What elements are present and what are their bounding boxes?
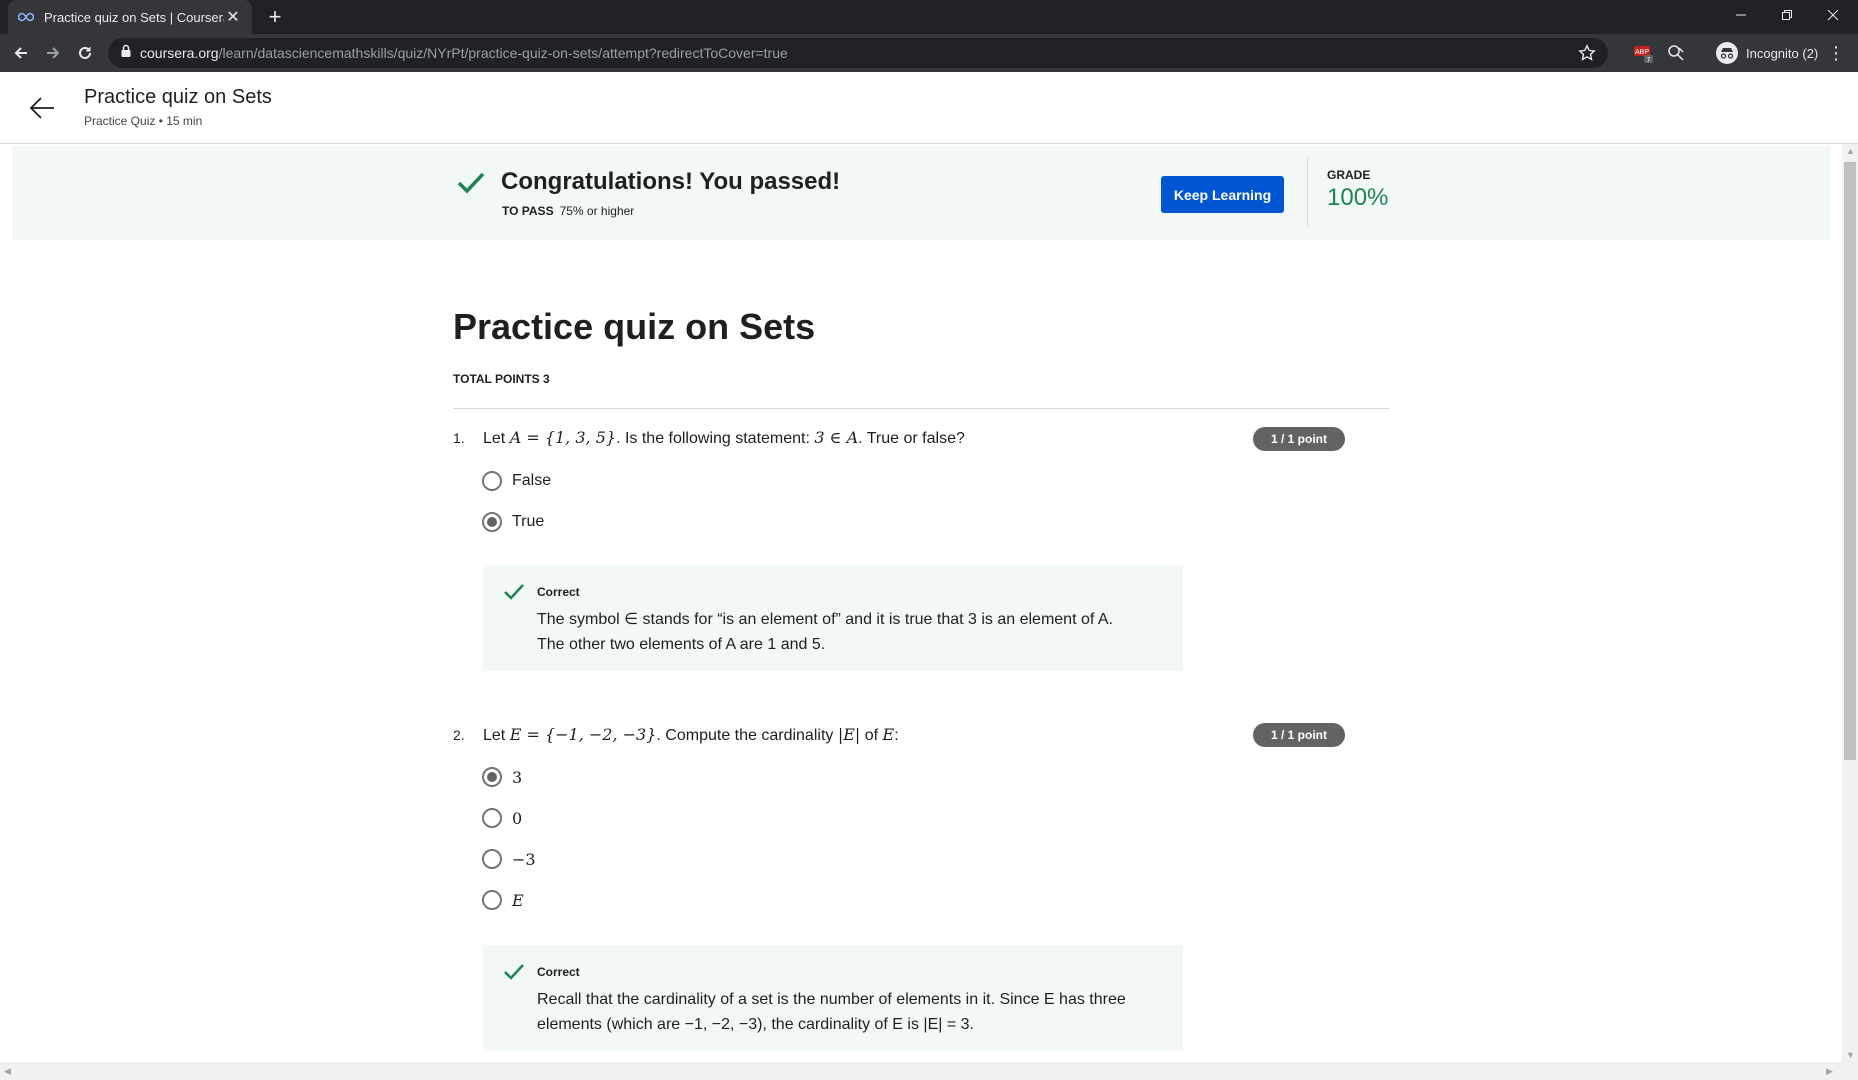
header-subtitle: Practice Quiz • 15 min — [84, 114, 203, 128]
forward-icon[interactable] — [38, 38, 68, 68]
option-label: 3 — [512, 767, 523, 787]
grade-label: GRADE — [1327, 168, 1371, 182]
question-prompt: Let A = {1, 3, 5}. Is the following stat… — [483, 428, 965, 448]
to-pass-value: 75% or higher — [559, 204, 635, 218]
incognito-label: Incognito (2) — [1746, 45, 1819, 61]
quiz-header: Practice quiz on Sets Practice Quiz • 15… — [0, 72, 1858, 144]
option-label: E — [512, 890, 524, 910]
divider — [453, 408, 1389, 409]
prompt-text: Let — [483, 430, 510, 447]
vertical-scrollbar[interactable]: ▲ ▼ — [1842, 144, 1858, 1062]
prompt-math: E = {−1, −2, −3} — [509, 725, 657, 744]
prompt-text: Let — [483, 727, 510, 744]
radio-button-selected[interactable] — [482, 767, 502, 787]
coursera-favicon-icon — [18, 9, 34, 25]
answer-option-3[interactable]: 3 — [482, 767, 522, 787]
checkmark-icon — [503, 963, 525, 986]
address-bar[interactable]: coursera.org/learn/datasciencemathskills… — [108, 38, 1608, 68]
option-label: True — [512, 513, 545, 530]
feedback-line: elements (which are −1, −2, −3), the car… — [537, 1016, 974, 1033]
feedback-line: The other two elements of A are 1 and 5. — [537, 636, 826, 653]
prompt-math: |E| — [837, 725, 861, 744]
prompt-text: . True or false? — [858, 430, 965, 447]
browser-tab-strip: Practice quiz on Sets | Coursera ✕ + — [0, 0, 1858, 34]
answer-option-0[interactable]: 0 — [482, 808, 522, 828]
radio-button[interactable] — [482, 849, 502, 869]
reload-icon[interactable] — [70, 38, 100, 68]
feedback-box: Correct Recall that the cardinality of a… — [483, 945, 1183, 1051]
to-pass-label: TO PASS — [502, 204, 554, 218]
restore-icon[interactable] — [1764, 0, 1810, 30]
answer-option-e[interactable]: E — [482, 890, 524, 910]
new-tab-plus-icon[interactable]: + — [262, 4, 288, 30]
feedback-heading: Correct — [537, 585, 580, 599]
radio-button[interactable] — [482, 471, 502, 491]
browser-menu-icon[interactable]: ⋮ — [1826, 42, 1846, 64]
tab-title: Practice quiz on Sets | Coursera — [44, 9, 224, 25]
svg-text:ABP: ABP — [1635, 49, 1649, 56]
grade-value: 100% — [1327, 184, 1389, 211]
to-pass-info: TO PASS 75% or higher — [502, 204, 634, 218]
pass-banner: Congratulations! You passed! TO PASS 75% … — [12, 146, 1830, 240]
incognito-profile-button[interactable]: Incognito (2) — [1708, 38, 1826, 68]
url-host: coursera.org — [140, 45, 219, 61]
prompt-math: 3 ∈ A — [814, 428, 859, 447]
radio-button[interactable] — [482, 808, 502, 828]
back-arrow-icon[interactable] — [28, 94, 56, 122]
scroll-right-arrow-icon[interactable]: ▶ — [1826, 1066, 1833, 1077]
question-prompt: Let E = {−1, −2, −3}. Compute the cardin… — [483, 725, 899, 745]
url-path: /learn/datasciencemathskills/quiz/NYrPt/… — [218, 45, 788, 61]
feedback-text: Recall that the cardinality of a set is … — [537, 987, 1167, 1037]
browser-tab[interactable]: Practice quiz on Sets | Coursera ✕ — [8, 0, 252, 34]
question-number: 2. — [453, 727, 465, 743]
option-label: False — [512, 472, 552, 489]
extension-badge: 7 — [1647, 57, 1651, 63]
translate-extension-icon[interactable] — [1665, 42, 1687, 64]
prompt-math: A = {1, 3, 5} — [509, 428, 617, 447]
pass-message: Congratulations! You passed! — [501, 168, 841, 195]
feedback-line: Recall that the cardinality of a set is … — [537, 991, 1126, 1008]
points-badge: 1 / 1 point — [1253, 427, 1345, 451]
total-points: TOTAL POINTS 3 — [453, 372, 550, 386]
quiz-title: Practice quiz on Sets — [453, 306, 816, 347]
checkmark-icon — [456, 170, 486, 201]
scrollbar-thumb[interactable] — [1844, 162, 1856, 760]
minimize-icon[interactable] — [1718, 0, 1764, 30]
feedback-box: Correct The symbol ∈ stands for “is an e… — [483, 565, 1183, 671]
scroll-down-arrow-icon[interactable]: ▼ — [1846, 1050, 1855, 1060]
prompt-text: of — [860, 727, 883, 744]
keep-learning-button[interactable]: Keep Learning — [1161, 176, 1284, 213]
radio-button-selected[interactable] — [482, 512, 502, 532]
browser-toolbar: coursera.org/learn/datasciencemathskills… — [0, 34, 1858, 72]
points-badge: 1 / 1 point — [1253, 723, 1345, 747]
checkmark-icon — [503, 583, 525, 606]
feedback-line: The symbol ∈ stands for “is an element o… — [537, 611, 1113, 628]
option-label: −3 — [512, 849, 536, 869]
radio-button[interactable] — [482, 890, 502, 910]
back-icon[interactable] — [6, 38, 36, 68]
feedback-text: The symbol ∈ stands for “is an element o… — [537, 607, 1167, 657]
header-title: Practice quiz on Sets — [84, 86, 272, 108]
horizontal-scrollbar[interactable]: ◀ ▶ — [0, 1062, 1858, 1080]
answer-option-true[interactable]: True — [482, 512, 544, 532]
answer-option-false[interactable]: False — [482, 471, 551, 491]
scroll-up-arrow-icon[interactable]: ▲ — [1846, 146, 1855, 156]
url-text: coursera.org/learn/datasciencemathskills… — [140, 45, 788, 61]
adblock-extension-icon[interactable]: ABP 7 — [1632, 42, 1654, 64]
scroll-left-arrow-icon[interactable]: ◀ — [4, 1066, 11, 1077]
prompt-math: E — [882, 725, 895, 744]
feedback-heading: Correct — [537, 965, 580, 979]
question-number: 1. — [453, 430, 465, 446]
bookmark-star-icon[interactable] — [1578, 44, 1596, 67]
option-label: 0 — [512, 808, 523, 828]
incognito-icon — [1716, 42, 1738, 64]
prompt-text: . Is the following statement: — [616, 430, 815, 447]
lock-icon — [120, 44, 132, 63]
tab-close-icon[interactable]: ✕ — [224, 7, 242, 27]
close-window-icon[interactable] — [1810, 0, 1856, 30]
grade-divider — [1307, 158, 1308, 226]
answer-option-minus-3[interactable]: −3 — [482, 849, 536, 869]
prompt-text: : — [894, 727, 899, 744]
prompt-text: . Compute the cardinality — [656, 727, 838, 744]
